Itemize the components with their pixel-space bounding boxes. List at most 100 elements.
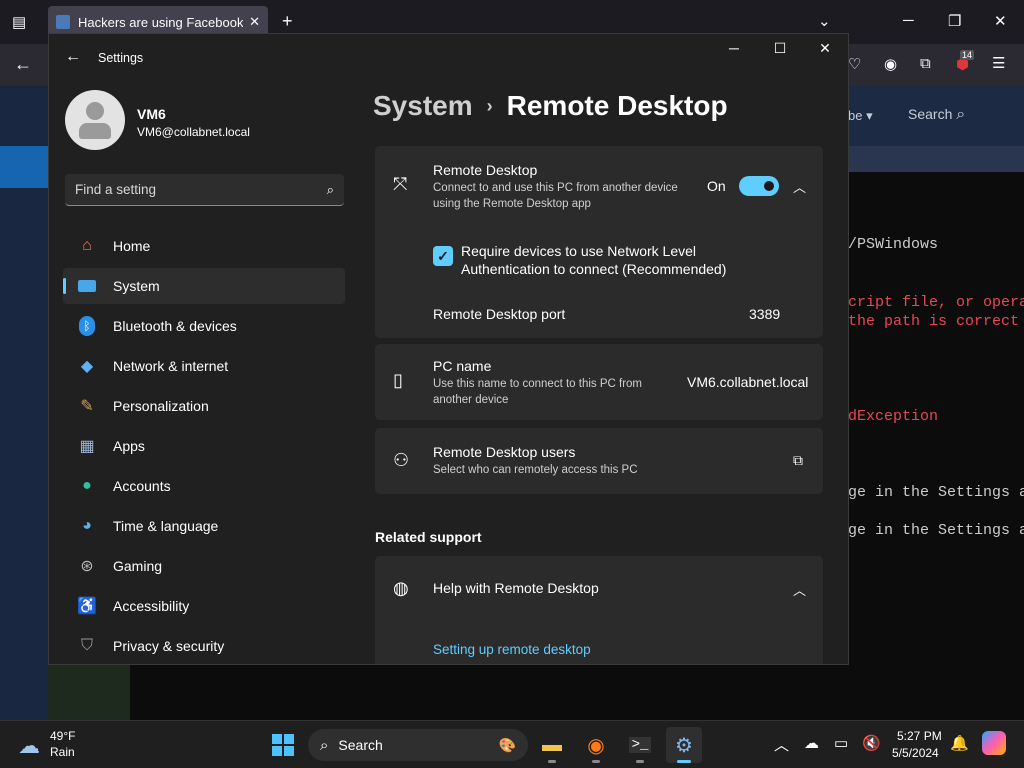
nla-checkbox[interactable]: ✓ — [433, 246, 453, 266]
avatar-head-shape — [86, 102, 104, 120]
avatar-body-shape — [79, 123, 111, 139]
clock-time[interactable]: 5:27 PM — [897, 729, 942, 743]
nav-item-personalization[interactable]: ✎ Personalization — [63, 388, 345, 424]
network-icon[interactable]: ▭ — [834, 734, 848, 752]
nav-item-label: System — [113, 278, 160, 294]
shield-icon: ⛉ — [80, 637, 93, 654]
settings-close-icon[interactable]: ✕ — [810, 40, 840, 57]
settings-search-input[interactable] — [75, 182, 327, 197]
port-value: 3389 — [749, 306, 781, 322]
browser-back-icon[interactable]: ← — [14, 54, 32, 75]
onedrive-offline-icon[interactable]: ☁ — [804, 734, 819, 752]
remote-desktop-icon: ⤧ — [393, 174, 408, 194]
terminal-icon[interactable]: >_ — [622, 727, 658, 763]
tab-overflow-chevron-icon[interactable]: ⌄ — [818, 12, 831, 30]
settings-back-icon[interactable]: ← — [65, 48, 81, 66]
pc-name-card: ▯ PC name Use this name to connect to th… — [375, 344, 823, 420]
nav-item-network[interactable]: ◆ Network & internet — [63, 348, 345, 384]
nav-item-accounts[interactable]: ● Accounts — [63, 468, 345, 504]
nla-row: ✓ Require devices to use Network Level A… — [375, 226, 823, 286]
nav-item-apps[interactable]: ▦ Apps — [63, 428, 345, 464]
webpage-search-link[interactable]: Search ⌕ — [908, 106, 965, 124]
remote-desktop-card: ⤧ Remote Desktop Connect to and use this… — [375, 146, 823, 338]
browser-menu-icon[interactable]: ☰ — [992, 54, 1005, 72]
webpage-subscribe-link[interactable]: be ▾ — [848, 108, 873, 124]
account-icon[interactable]: ◉ — [884, 55, 897, 73]
remote-desktop-users-card[interactable]: ⚇ Remote Desktop users Select who can re… — [375, 428, 823, 494]
weather-temp[interactable]: 49°F — [50, 729, 75, 743]
nav-item-gaming[interactable]: ⊛ Gaming — [63, 548, 345, 584]
settings-search-box[interactable]: ⌕ — [65, 174, 344, 206]
browser-close-icon[interactable]: ✕ — [994, 12, 1007, 30]
nav-item-privacy[interactable]: ⛉ Privacy & security — [63, 628, 345, 664]
home-icon: ⌂ — [82, 237, 92, 254]
start-button[interactable] — [272, 734, 294, 756]
search-icon[interactable]: ⌕ — [327, 182, 334, 198]
weather-rain-icon[interactable]: ☁ — [18, 733, 40, 759]
nav-item-label: Apps — [113, 438, 145, 454]
help-card: ◍ Help with Remote Desktop ︿ Setting up … — [375, 556, 823, 664]
terminal-line: ge in the Settings a — [848, 522, 1024, 539]
settings-title-bar: ← Settings ─ ☐ ✕ — [49, 34, 848, 82]
tray-overflow-chevron-icon[interactable]: ︿ — [774, 734, 789, 755]
users-icon: ⚇ — [393, 450, 410, 470]
apps-icon: ▦ — [79, 438, 95, 455]
pocket-icon[interactable]: ♡ — [848, 55, 861, 73]
notification-bell-icon[interactable]: 🔔 — [950, 734, 969, 752]
profile-email: VM6@collabnet.local — [137, 125, 250, 139]
breadcrumb-parent[interactable]: System — [373, 90, 473, 122]
avatar[interactable] — [65, 90, 125, 150]
weather-condition[interactable]: Rain — [50, 745, 75, 759]
settings-gear-icon[interactable]: ⚙ — [666, 727, 702, 763]
nla-label: Require devices to use Network Level Aut… — [461, 243, 727, 277]
nav-item-label: Accessibility — [113, 598, 190, 614]
copilot-icon[interactable] — [982, 731, 1006, 755]
nav-item-label: Network & internet — [113, 358, 229, 374]
terminal-line: cript file, or opera — [848, 294, 1024, 311]
help-header-row[interactable]: ◍ Help with Remote Desktop ︿ — [375, 556, 823, 622]
breadcrumb-separator-icon: › — [486, 95, 493, 116]
page-title: Remote Desktop — [506, 90, 728, 121]
setting-up-remote-desktop-link[interactable]: Setting up remote desktop — [433, 642, 591, 657]
pc-name-description: Use this name to connect to this PC from… — [433, 378, 643, 406]
remote-desktop-toggle[interactable] — [739, 176, 779, 196]
clock-date[interactable]: 5/5/2024 — [892, 746, 939, 760]
browser-maximize-icon[interactable]: ❐ — [948, 12, 961, 30]
bluetooth-icon: ᛒ — [77, 316, 97, 336]
rd-users-description: Select who can remotely access this PC — [433, 464, 638, 476]
rd-users-title: Remote Desktop users — [433, 444, 576, 460]
webpage-bar — [848, 146, 1024, 172]
globe-clock-icon: ◕ — [82, 517, 92, 534]
breadcrumb: System › Remote Desktop — [373, 90, 728, 122]
tab-list-icon[interactable]: ▤ — [12, 13, 26, 31]
nav-item-bluetooth[interactable]: ᛒ Bluetooth & devices — [63, 308, 345, 344]
taskbar-search-box[interactable]: ⌕ Search 🎨 — [308, 729, 528, 761]
remote-desktop-state-label: On — [707, 178, 726, 194]
nav-item-time-language[interactable]: ◕ Time & language — [63, 508, 345, 544]
nav-item-system[interactable]: System — [63, 268, 345, 304]
globe-icon: ◍ — [393, 578, 409, 598]
help-links-row: Setting up remote desktop — [375, 624, 823, 664]
tab-favicon-icon — [56, 15, 70, 29]
nav-item-label: Privacy & security — [113, 638, 225, 654]
tab-title: Hackers are using Facebook Ma — [78, 14, 244, 30]
help-title: Help with Remote Desktop — [433, 580, 599, 596]
webpage-left-strip — [0, 146, 48, 188]
remote-desktop-description: Connect to and use this PC from another … — [433, 182, 678, 210]
volume-muted-icon[interactable]: 🔇 — [862, 734, 881, 752]
accounts-icon: ● — [82, 477, 92, 494]
remote-desktop-header-row[interactable]: ⤧ Remote Desktop Connect to and use this… — [375, 146, 823, 224]
new-tab-button[interactable]: + — [282, 11, 293, 32]
collapse-chevron-icon[interactable]: ︿ — [793, 177, 806, 196]
collapse-chevron-icon[interactable]: ︿ — [793, 580, 806, 599]
settings-maximize-icon[interactable]: ☐ — [765, 40, 795, 57]
nav-item-accessibility[interactable]: ♿ Accessibility — [63, 588, 345, 624]
settings-nav: ⌂ Home System ᛒ Bluetooth & devices ◆ Ne… — [63, 228, 345, 664]
file-explorer-icon[interactable]: ▬ — [534, 727, 570, 763]
settings-minimize-icon[interactable]: ─ — [719, 40, 749, 56]
firefox-icon[interactable]: ◉ — [578, 727, 614, 763]
browser-minimize-icon[interactable]: ─ — [903, 12, 914, 29]
tab-close-icon[interactable]: ✕ — [249, 14, 260, 30]
extensions-icon[interactable]: ⧉ — [920, 55, 931, 72]
nav-item-home[interactable]: ⌂ Home — [63, 228, 345, 264]
